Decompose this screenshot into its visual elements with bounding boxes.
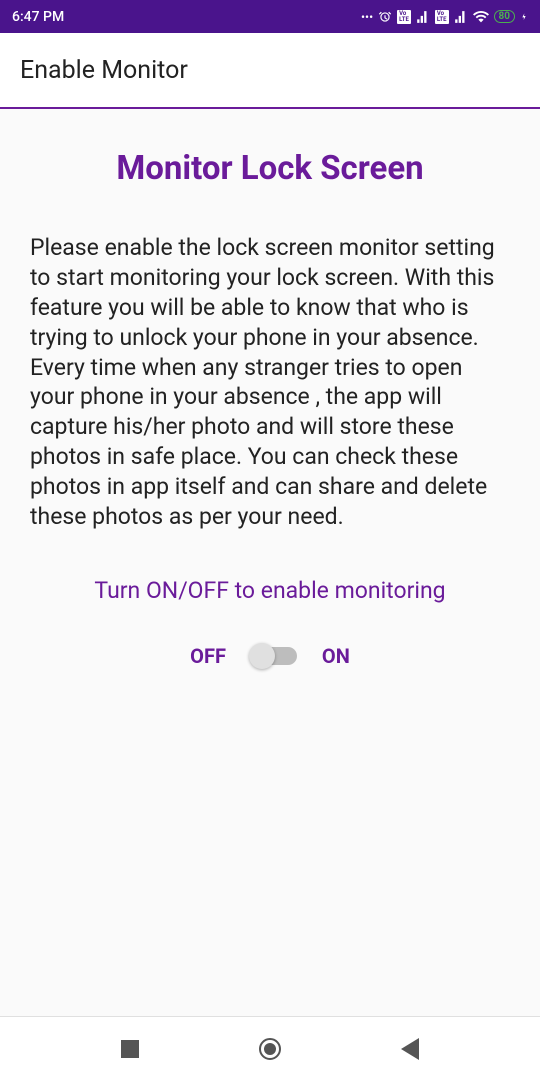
signal-icon-2 [454, 10, 468, 24]
triangle-icon [401, 1038, 419, 1060]
charging-icon [520, 10, 528, 24]
lte-badge-2: VoLTE [435, 10, 449, 24]
monitor-toggle-switch[interactable] [251, 647, 297, 665]
square-icon [121, 1040, 139, 1058]
switch-thumb [249, 643, 275, 669]
main-content: Monitor Lock Screen Please enable the lo… [0, 109, 540, 708]
navigation-bar [0, 1016, 540, 1080]
battery-icon: 80 [494, 10, 515, 23]
status-bar: 6:47 PM ••• VoLTE VoLTE 80 [0, 0, 540, 33]
home-button[interactable] [258, 1037, 282, 1061]
wifi-icon [473, 9, 489, 25]
signal-icon-1 [416, 10, 430, 24]
toggle-instruction: Turn ON/OFF to enable monitoring [30, 577, 510, 604]
more-icon: ••• [361, 10, 373, 24]
lte-badge-1: VoLTE [397, 10, 411, 24]
off-label: OFF [190, 644, 226, 668]
heading: Monitor Lock Screen [30, 149, 510, 188]
on-label: ON [322, 644, 350, 668]
description-text: Please enable the lock screen monitor se… [30, 233, 510, 532]
alarm-icon [378, 10, 392, 24]
app-bar: Enable Monitor [0, 33, 540, 109]
status-time: 6:47 PM [12, 9, 64, 25]
recent-apps-button[interactable] [118, 1037, 142, 1061]
circle-icon [259, 1038, 281, 1060]
status-icons: ••• VoLTE VoLTE 80 [361, 9, 528, 25]
toggle-row: OFF ON [30, 644, 510, 668]
back-button[interactable] [398, 1037, 422, 1061]
page-title: Enable Monitor [20, 56, 188, 85]
